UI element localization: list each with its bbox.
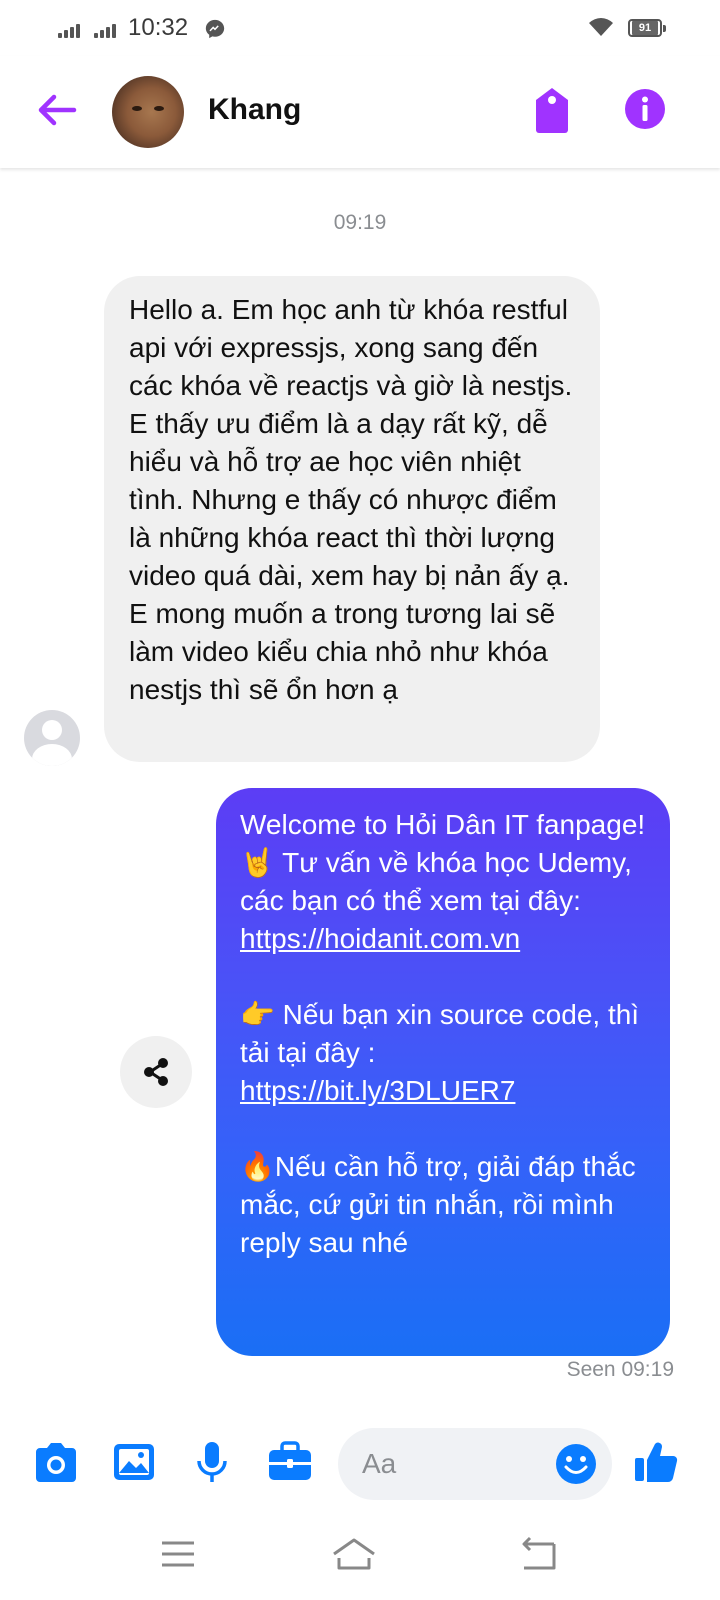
- info-icon[interactable]: [624, 88, 666, 130]
- messenger-notification-icon: [205, 19, 225, 39]
- emoji-icon[interactable]: [554, 1442, 598, 1486]
- gallery-icon[interactable]: [110, 1440, 158, 1484]
- source-code-link[interactable]: https://bit.ly/3DLUER7: [240, 1075, 515, 1106]
- sender-avatar[interactable]: [24, 710, 80, 766]
- signal-icon: [94, 22, 120, 38]
- microphone-icon[interactable]: [188, 1440, 236, 1484]
- incoming-message-text: Hello a. Em học anh từ khóa restful api …: [129, 294, 573, 705]
- briefcase-icon[interactable]: [266, 1440, 314, 1484]
- status-bar: 10:32 91: [0, 0, 720, 56]
- back-arrow-icon[interactable]: [34, 88, 78, 132]
- menu-icon[interactable]: [158, 1534, 198, 1574]
- share-icon: [144, 1058, 168, 1086]
- message-input-placeholder: Aa: [362, 1448, 397, 1479]
- system-navigation-bar: [0, 1520, 720, 1600]
- outgoing-message-bubble[interactable]: Welcome to Hỏi Dân IT fanpage! 🤘 Tư vấn …: [216, 788, 670, 1356]
- chat-header: Khang: [0, 56, 720, 168]
- message-input[interactable]: Aa: [338, 1428, 612, 1500]
- tag-icon[interactable]: [532, 86, 572, 134]
- signal-icon: [58, 22, 84, 38]
- seen-status: Seen 09:19: [566, 1358, 674, 1381]
- contact-avatar[interactable]: [112, 76, 184, 148]
- home-icon[interactable]: [330, 1534, 378, 1574]
- status-time: 10:32: [128, 14, 189, 41]
- battery-level: 91: [632, 21, 658, 35]
- battery-icon: 91: [628, 19, 666, 37]
- like-icon[interactable]: [632, 1440, 680, 1484]
- back-icon[interactable]: [518, 1534, 558, 1574]
- contact-name[interactable]: Khang: [208, 93, 301, 127]
- message-timestamp: 09:19: [333, 211, 387, 234]
- share-button[interactable]: [120, 1036, 192, 1108]
- website-link[interactable]: https://hoidanit.com.vn: [240, 923, 520, 954]
- outgoing-line-udemy: 🤘 Tư vấn về khóa học Udemy, các bạn có t…: [240, 847, 632, 916]
- wifi-icon: [589, 18, 613, 36]
- incoming-message-bubble[interactable]: Hello a. Em học anh từ khóa restful api …: [104, 276, 600, 762]
- outgoing-line-source: 👉 Nếu bạn xin source code, thì tải tại đ…: [240, 999, 640, 1068]
- message-composer: Aa: [0, 1420, 720, 1504]
- outgoing-line-support: 🔥Nếu cần hỗ trợ, giải đáp thắc mắc, cứ g…: [240, 1151, 636, 1258]
- outgoing-line-welcome: Welcome to Hỏi Dân IT fanpage!: [240, 809, 646, 840]
- camera-icon[interactable]: [32, 1440, 80, 1484]
